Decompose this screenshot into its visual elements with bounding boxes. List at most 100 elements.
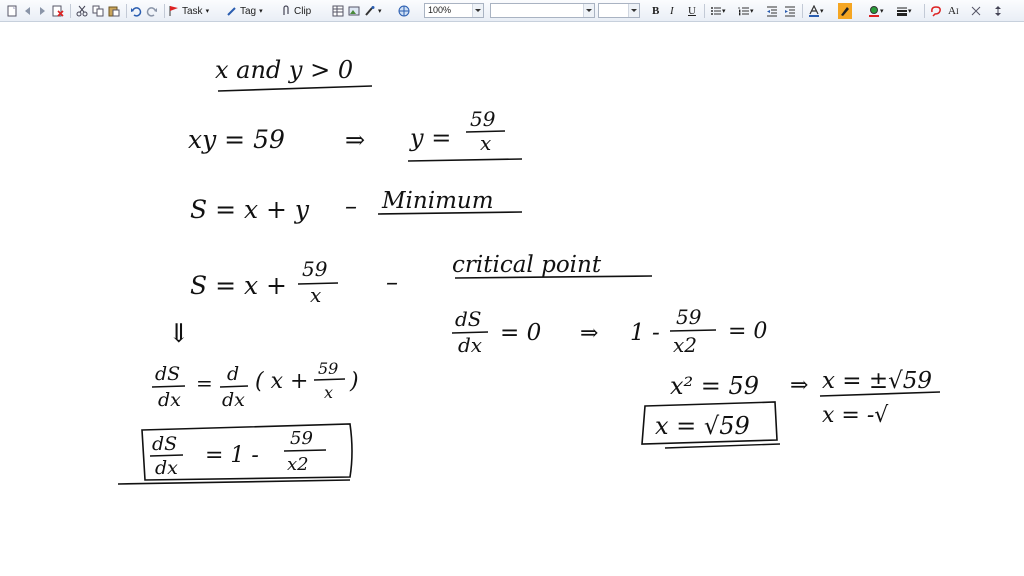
deriv-frac-num: 59 bbox=[676, 305, 702, 329]
numbering-icon[interactable]: ▾ bbox=[738, 3, 754, 19]
undo-icon[interactable] bbox=[130, 3, 142, 19]
implies-arrow-2: ⇒ bbox=[580, 321, 598, 346]
note-canvas[interactable]: x and y > 0 xy = 59 ⇒ y = 59 x S = x + y… bbox=[0, 22, 1024, 576]
boxed-frac-bar bbox=[283, 449, 327, 452]
deriv-frac-den: x2 bbox=[673, 333, 697, 357]
dash-2: – bbox=[386, 268, 398, 296]
text-size-icon[interactable]: AI bbox=[948, 3, 959, 19]
boxed-eq-rhs: = 1 - bbox=[205, 443, 259, 468]
boxed-ds-num: dS bbox=[152, 433, 177, 455]
implies-arrow-3: ⇒ bbox=[790, 373, 808, 398]
indent-icon[interactable] bbox=[784, 3, 796, 19]
paste-icon[interactable] bbox=[108, 3, 120, 19]
step-d-num: d bbox=[227, 363, 239, 385]
y-frac-den: x bbox=[480, 131, 491, 155]
task-label: Task bbox=[182, 5, 203, 17]
chevron-down-icon bbox=[583, 4, 594, 17]
task-button[interactable]: Task ▾ bbox=[168, 3, 209, 19]
minimum-text: Minimum bbox=[381, 188, 494, 214]
back-icon[interactable] bbox=[22, 3, 34, 19]
outdent-icon[interactable] bbox=[766, 3, 778, 19]
zoom-select[interactable]: 100% bbox=[424, 3, 484, 18]
fill-color-icon[interactable]: ▾ bbox=[868, 3, 884, 19]
resize-icon[interactable] bbox=[970, 3, 982, 19]
highlight-icon[interactable] bbox=[838, 3, 852, 19]
dx-den: dx bbox=[458, 333, 482, 357]
step-ds-num: dS bbox=[155, 363, 180, 385]
delete-page-icon[interactable] bbox=[52, 3, 64, 19]
step-d-den: dx bbox=[222, 389, 245, 411]
x-plus-minus: x = ±√59 bbox=[822, 368, 932, 394]
zoom-value: 100% bbox=[428, 5, 452, 15]
sum-substituted: S = x + bbox=[190, 271, 287, 300]
equals-zero: = 0 bbox=[500, 320, 541, 346]
equals-zero-2: = 0 bbox=[728, 319, 767, 344]
step-ds-bar bbox=[151, 385, 186, 388]
clip-icon bbox=[283, 5, 289, 15]
scroll-arrows-icon[interactable] bbox=[992, 3, 1004, 19]
chevron-down-icon: ▾ bbox=[880, 8, 884, 15]
y-frac-num: 59 bbox=[470, 107, 496, 131]
one-minus: 1 - bbox=[630, 320, 660, 346]
chevron-down-icon: ▾ bbox=[205, 8, 210, 15]
product-equation: xy = 59 bbox=[188, 125, 285, 154]
font-color-icon[interactable]: ▾ bbox=[808, 3, 824, 19]
line-style-icon[interactable]: ▾ bbox=[896, 3, 912, 19]
ds-num: dS bbox=[455, 307, 482, 331]
table-icon[interactable] bbox=[332, 3, 344, 19]
eraser-icon[interactable] bbox=[930, 3, 942, 19]
step-d-bar bbox=[219, 385, 249, 388]
pen-icon bbox=[227, 7, 236, 16]
s-frac-den: x bbox=[310, 283, 321, 307]
underline-button[interactable]: U bbox=[688, 3, 696, 19]
s-frac-num: 59 bbox=[302, 257, 328, 281]
step-inner-den: x bbox=[324, 383, 333, 402]
new-page-icon[interactable] bbox=[6, 3, 18, 19]
chevron-down-icon: ▾ bbox=[820, 8, 824, 15]
font-name-select[interactable] bbox=[490, 3, 595, 18]
implies-arrow: ⇒ bbox=[345, 126, 365, 154]
brush-icon[interactable]: ▾ bbox=[364, 3, 382, 19]
underline-y bbox=[407, 158, 523, 162]
chevron-down-icon bbox=[628, 4, 639, 17]
condition-text: x and y > 0 bbox=[215, 56, 353, 84]
chevron-down-icon: ▾ bbox=[259, 8, 263, 15]
critical-point-text: critical point bbox=[452, 252, 602, 278]
underline-condition bbox=[217, 85, 373, 92]
chevron-down-icon: ▾ bbox=[908, 8, 912, 15]
step-equals: = bbox=[196, 371, 213, 395]
bold-button[interactable]: B bbox=[652, 3, 659, 19]
italic-button[interactable]: I bbox=[670, 3, 674, 19]
globe-icon[interactable] bbox=[398, 3, 410, 19]
step-inner-num: 59 bbox=[318, 359, 338, 378]
deriv-frac-bar bbox=[669, 329, 717, 332]
copy-icon[interactable] bbox=[92, 3, 104, 19]
boxed-ds-bar bbox=[149, 454, 184, 457]
tag-button[interactable]: Tag ▾ bbox=[226, 3, 263, 19]
chevron-down-icon bbox=[472, 4, 483, 17]
flag-icon bbox=[169, 6, 178, 16]
dash-1: – bbox=[345, 192, 357, 220]
boxed-dx-den: dx bbox=[155, 457, 178, 479]
cut-icon[interactable] bbox=[76, 3, 88, 19]
boxed-x-solution: x = √59 bbox=[655, 412, 750, 440]
tag-label: Tag bbox=[240, 5, 257, 17]
x-squared-eq: x² = 59 bbox=[670, 372, 759, 400]
clip-button[interactable]: Clip bbox=[280, 3, 311, 19]
step-paren-open: ( x + bbox=[255, 369, 308, 394]
down-arrow: ⇓ bbox=[168, 319, 190, 349]
step-paren-close: ) bbox=[349, 369, 359, 394]
font-size-select[interactable] bbox=[598, 3, 640, 18]
x-negative: x = -√ bbox=[822, 403, 889, 428]
y-equals: y = bbox=[409, 124, 451, 152]
forward-icon[interactable] bbox=[36, 3, 48, 19]
image-icon[interactable] bbox=[348, 3, 360, 19]
clip-label: Clip bbox=[294, 5, 312, 17]
underline-box-x bbox=[664, 443, 781, 449]
redo-icon[interactable] bbox=[146, 3, 158, 19]
sum-equation: S = x + y bbox=[190, 195, 310, 224]
bullets-icon[interactable]: ▾ bbox=[710, 3, 726, 19]
chevron-down-icon: ▾ bbox=[722, 8, 726, 15]
step-inner-bar bbox=[313, 378, 346, 381]
boxed-frac-num: 59 bbox=[290, 428, 313, 449]
